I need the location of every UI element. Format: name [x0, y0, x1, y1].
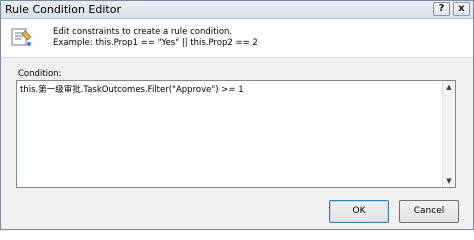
scroll-down-icon[interactable]: ▼	[443, 175, 455, 187]
cancel-button[interactable]: Cancel	[399, 200, 459, 223]
description-header: Edit constraints to create a rule condit…	[1, 19, 473, 58]
description-line-1: Edit constraints to create a rule condit…	[53, 27, 233, 37]
condition-label: Condition:	[18, 69, 62, 79]
description-line-2: Example: this.Prop1 == "Yes" || this.Pro…	[53, 38, 258, 48]
vertical-scrollbar[interactable]: ▲ ▼	[442, 81, 455, 187]
description-text: Edit constraints to create a rule condit…	[53, 27, 258, 49]
title-bar: Rule Condition Editor ? x	[1, 1, 473, 19]
help-button[interactable]: ?	[433, 2, 450, 16]
scroll-up-icon[interactable]: ▲	[443, 81, 455, 93]
condition-text: this.第一级审批.TaskOutcomes.Filter("Approve"…	[20, 85, 244, 95]
close-button[interactable]: x	[453, 2, 470, 16]
rule-editor-icon	[11, 28, 32, 46]
window-title: Rule Condition Editor	[5, 3, 121, 16]
condition-textarea[interactable]: this.第一级审批.TaskOutcomes.Filter("Approve"…	[16, 80, 456, 188]
dialog-window: Rule Condition Editor ? x Edit constrain…	[0, 0, 474, 230]
ok-button[interactable]: OK	[329, 200, 389, 223]
